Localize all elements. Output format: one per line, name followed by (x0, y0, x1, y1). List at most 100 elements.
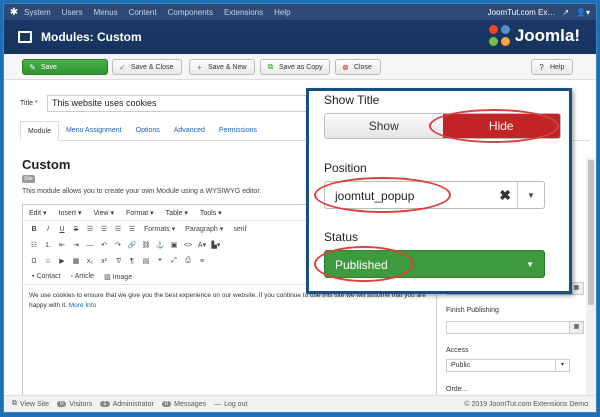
chevron-down-icon: ▾ (555, 360, 569, 371)
close-button[interactable]: ⊗ Close (335, 59, 381, 75)
plus-icon: + (197, 62, 202, 72)
position-highlight-ring (314, 177, 451, 213)
article-button[interactable]: ▫ Article (71, 273, 95, 280)
menu-components[interactable]: Components (168, 8, 213, 17)
joomla-icon[interactable]: ✱ (4, 7, 24, 18)
menu-help[interactable]: Help (274, 8, 290, 17)
logout-icon: — (214, 400, 222, 408)
horizontal-rule-icon[interactable]: — (83, 242, 97, 249)
unlink-icon[interactable]: ⛓ (139, 241, 153, 249)
site-name-link[interactable]: JoomTut.com Ex… (488, 8, 556, 17)
save-copy-button[interactable]: ⧉ Save as Copy (260, 59, 330, 75)
view-site-link[interactable]: ⧉ View Site (12, 400, 49, 408)
clear-format-icon[interactable]: T̸ (111, 258, 125, 265)
undo-icon[interactable]: ↶ (97, 241, 111, 249)
visual-chars-icon[interactable]: ¶ (125, 258, 139, 265)
show-option[interactable]: Show (325, 114, 443, 138)
text-color-icon[interactable]: A▾ (195, 241, 209, 249)
menu-users[interactable]: Users (62, 8, 83, 17)
menu-system[interactable]: System (24, 8, 51, 17)
link-icon[interactable]: 🔗 (125, 241, 139, 249)
copy-icon: ⧉ (267, 62, 274, 71)
admin-topbar: ✱ System Users Menus Content Components … (4, 4, 596, 20)
status-highlight-ring (314, 246, 414, 282)
editor-menu-tools[interactable]: Tools ▾ (200, 209, 222, 217)
table-icon[interactable]: ▦ (69, 257, 83, 265)
font-family-dropdown[interactable]: serif (233, 226, 246, 233)
editor-menu-edit[interactable]: Edit ▾ (29, 209, 47, 217)
tab-permissions[interactable]: Permissions (212, 121, 264, 140)
show-title-label: Show Title (324, 93, 380, 107)
scrollbar-thumb[interactable] (588, 160, 594, 305)
formats-dropdown[interactable]: Formats ▾ (144, 225, 175, 233)
finish-publishing-label: Finish Publishing (446, 307, 499, 314)
align-right-icon[interactable]: ☰ (111, 225, 125, 233)
align-center-icon[interactable]: ☰ (97, 225, 111, 233)
help-button[interactable]: ? Help (531, 59, 573, 75)
image-icon[interactable]: ▣ (167, 241, 181, 249)
menu-menus[interactable]: Menus (94, 8, 118, 17)
tab-menu-assignment[interactable]: Menu Assignment (59, 121, 129, 140)
strikethrough-icon[interactable]: S (69, 226, 83, 233)
tab-advanced[interactable]: Advanced (167, 121, 212, 140)
redo-icon[interactable]: ↷ (111, 241, 125, 249)
media-icon[interactable]: ▶ (55, 257, 69, 265)
edit-icon: ✎ (29, 62, 36, 72)
background-color-icon[interactable]: ▙▾ (209, 241, 223, 249)
more-info-link[interactable]: More Info (69, 302, 96, 309)
special-char-icon[interactable]: Ω (27, 258, 41, 265)
emoticons-icon[interactable]: ☺ (41, 258, 55, 265)
finish-publishing-input[interactable]: ▦ (446, 321, 584, 334)
joomla-logo-text: Joomla! (514, 26, 580, 45)
save-close-button[interactable]: ✓ Save & Close (112, 59, 182, 75)
fullscreen-icon[interactable]: ⤢ (167, 257, 181, 265)
paragraph-dropdown[interactable]: Paragraph ▾ (185, 225, 223, 233)
code-icon[interactable]: <> (181, 242, 195, 249)
chevron-down-icon[interactable]: ▼ (517, 182, 544, 208)
calendar-icon[interactable]: ▦ (569, 322, 583, 333)
user-icon[interactable]: 👤▾ (576, 8, 590, 17)
blockquote-icon[interactable]: ❝ (153, 257, 167, 265)
menu-extensions[interactable]: Extensions (224, 8, 263, 17)
editor-menu-format[interactable]: Format ▾ (126, 209, 154, 217)
save-button[interactable]: ✎ Save (22, 59, 108, 75)
image-button[interactable]: ▨ Image (104, 273, 132, 281)
check-icon: ✓ (119, 62, 126, 72)
administrator-status[interactable]: 1 Administrator (100, 401, 154, 408)
outdent-icon[interactable]: ⇤ (55, 241, 69, 249)
access-select[interactable]: Public ▾ (446, 359, 570, 372)
print-icon[interactable]: ⎙ (181, 257, 195, 265)
numbered-list-icon[interactable]: ⒈ (41, 240, 55, 250)
justify-icon[interactable]: ☰ (125, 225, 139, 233)
external-link-icon[interactable]: ↗ (562, 8, 569, 17)
tab-module[interactable]: Module (20, 121, 59, 141)
save-new-button[interactable]: + Save & New (189, 59, 255, 75)
clear-icon[interactable]: ✖ (499, 187, 511, 204)
logout-link[interactable]: — Log out (214, 401, 247, 408)
copyright-text: © 2019 JoomTut.com Extensions Demo (464, 400, 588, 408)
editor-menu-view[interactable]: View ▾ (94, 209, 115, 217)
anchor-icon[interactable]: ⚓ (153, 241, 167, 249)
messages-status[interactable]: 0 Messages (161, 401, 206, 408)
page-titlebar: Modules: Custom Joomla! (4, 20, 596, 54)
tab-options[interactable]: Options (129, 121, 167, 140)
editor-menu-insert[interactable]: Insert ▾ (59, 209, 82, 217)
visitors-status[interactable]: 0 Visitors (57, 401, 92, 408)
menu-content[interactable]: Content (129, 8, 157, 17)
underline-icon[interactable]: U (55, 226, 69, 233)
italic-icon[interactable]: I (41, 226, 55, 233)
page-scrollbar[interactable] (586, 158, 596, 395)
source-icon[interactable]: ≡ (195, 258, 209, 265)
title-input[interactable]: This website uses cookies (47, 95, 317, 112)
subscript-icon[interactable]: x₂ (83, 258, 97, 265)
page-title: Modules: Custom (41, 30, 142, 44)
align-left-icon[interactable]: ☰ (83, 225, 97, 233)
bold-icon[interactable]: B (27, 226, 41, 233)
bullet-list-icon[interactable]: ☷ (27, 241, 41, 249)
status-label: Status (324, 230, 359, 244)
superscript-icon[interactable]: x² (97, 258, 111, 265)
editor-menu-table[interactable]: Table ▾ (166, 209, 188, 217)
indent-icon[interactable]: ⇥ (69, 241, 83, 249)
visual-blocks-icon[interactable]: ▤ (139, 257, 153, 265)
contact-button[interactable]: ▪ Contact (32, 273, 61, 280)
